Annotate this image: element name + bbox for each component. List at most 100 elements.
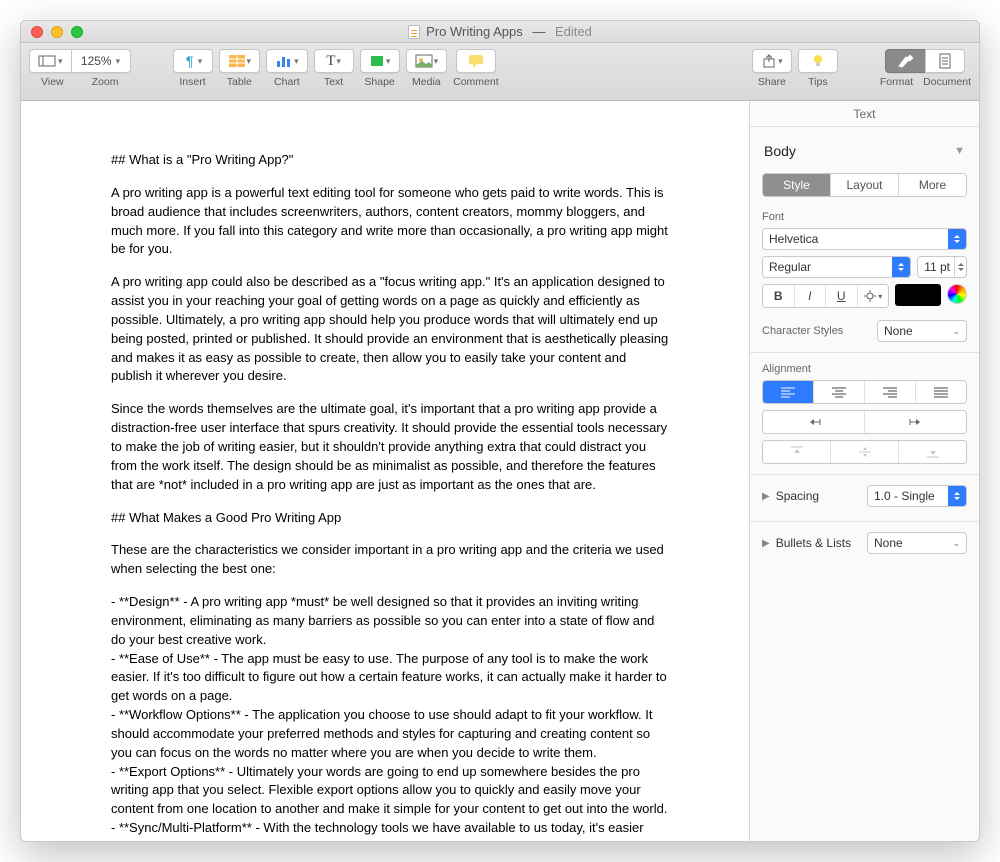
table-label: Table: [227, 76, 252, 88]
spacing-select[interactable]: 1.0 - Single: [867, 485, 967, 507]
doc-paragraph: - **Ease of Use** - The app must be easy…: [111, 650, 669, 707]
font-weight-value: Regular: [769, 260, 811, 274]
window-edited-status: Edited: [555, 24, 592, 39]
italic-button[interactable]: I: [794, 285, 826, 307]
main-toolbar: ▾ 125% ▾ View Zoom ¶ ▾ Insert: [21, 43, 979, 101]
tips-label: Tips: [808, 76, 827, 88]
doc-paragraph: These are the characteristics we conside…: [111, 541, 669, 579]
document-icon: [408, 25, 420, 39]
chevron-down-icon: ⌄: [952, 538, 960, 549]
insert-label: Insert: [179, 76, 205, 88]
document-label: Document: [923, 76, 971, 88]
outdent-button[interactable]: [763, 411, 864, 433]
bullets-select[interactable]: None ⌄: [867, 532, 967, 554]
color-picker-button[interactable]: [947, 284, 967, 304]
doc-paragraph: - **Export Options** - Ultimately your w…: [111, 763, 669, 820]
close-window-button[interactable]: [31, 26, 43, 38]
indent-group: [762, 410, 967, 434]
character-styles-value: None: [884, 324, 913, 338]
shape-button[interactable]: ▾: [360, 49, 400, 73]
dropdown-icon: [948, 486, 966, 506]
font-size-stepper[interactable]: 11 pt: [917, 256, 967, 278]
text-alignment-group: [762, 380, 967, 404]
doc-paragraph: Since the words themselves are the ultim…: [111, 400, 669, 494]
gear-icon: [863, 289, 877, 303]
doc-paragraph: - **Design** - A pro writing app *must* …: [111, 593, 669, 650]
document-button[interactable]: [925, 49, 965, 73]
doc-paragraph: - **Workflow Options** - The application…: [111, 706, 669, 763]
media-label: Media: [412, 76, 441, 88]
titlebar: Pro Writing Apps — Edited: [21, 21, 979, 43]
media-button[interactable]: ▾: [406, 49, 448, 73]
comment-button[interactable]: [456, 49, 496, 73]
share-label: Share: [758, 76, 786, 88]
tab-style[interactable]: Style: [763, 174, 830, 196]
disclosure-triangle-icon[interactable]: ▶: [762, 491, 770, 502]
alignment-label: Alignment: [762, 363, 967, 375]
table-button[interactable]: ▾: [219, 49, 261, 73]
comment-label: Comment: [453, 76, 499, 88]
inspector-tabs: Style Layout More: [762, 173, 967, 197]
document-body[interactable]: ## What is a "Pro Writing App?" A pro wr…: [21, 101, 749, 841]
minimize-window-button[interactable]: [51, 26, 63, 38]
format-label: Format: [880, 76, 913, 88]
font-family-select[interactable]: Helvetica: [762, 228, 967, 250]
svg-text:¶: ¶: [186, 53, 194, 69]
tips-button[interactable]: [798, 49, 838, 73]
align-left-button[interactable]: [763, 381, 813, 403]
tab-more[interactable]: More: [898, 174, 966, 196]
font-weight-select[interactable]: Regular: [762, 256, 911, 278]
font-family-value: Helvetica: [769, 232, 818, 246]
align-center-button[interactable]: [813, 381, 864, 403]
inspector-header: Text: [750, 101, 979, 127]
view-label: View: [41, 76, 64, 88]
disclosure-triangle-icon[interactable]: ▶: [762, 538, 770, 549]
text-color-button[interactable]: [895, 284, 941, 306]
paragraph-style-name: Body: [764, 143, 796, 159]
character-styles-select[interactable]: None ⌄: [877, 320, 967, 342]
share-button[interactable]: ▾: [752, 49, 792, 73]
text-button[interactable]: T ▾: [314, 49, 354, 73]
zoom-label: Zoom: [92, 76, 119, 88]
align-right-button[interactable]: [864, 381, 915, 403]
text-options-button[interactable]: ▾: [857, 285, 889, 307]
tab-layout[interactable]: Layout: [830, 174, 898, 196]
window-title: Pro Writing Apps: [426, 24, 523, 39]
shape-label: Shape: [364, 76, 394, 88]
format-inspector: Text Body ▼ Style Layout More Font Helve…: [749, 101, 979, 841]
bold-button[interactable]: B: [763, 285, 794, 307]
spacing-label: Spacing: [776, 489, 819, 503]
chevron-down-icon: ▼: [954, 145, 965, 157]
doc-paragraph: - **Sync/Multi-Platform** - With the tec…: [111, 819, 669, 841]
underline-button[interactable]: U: [825, 285, 857, 307]
dropdown-icon: [892, 257, 910, 277]
paragraph-style-select[interactable]: Body ▼: [762, 137, 967, 173]
app-window: Pro Writing Apps — Edited ▾ 125% ▾ View …: [20, 20, 980, 842]
indent-button[interactable]: [864, 411, 966, 433]
character-styles-label: Character Styles: [762, 325, 843, 337]
dropdown-icon: [948, 229, 966, 249]
doc-paragraph: ## What Makes a Good Pro Writing App: [111, 509, 669, 528]
zoom-value: 125%: [81, 54, 112, 68]
fullscreen-window-button[interactable]: [71, 26, 83, 38]
doc-paragraph: A pro writing app could also be describe…: [111, 273, 669, 386]
insert-button[interactable]: ¶ ▾: [173, 49, 213, 73]
stepper-arrows-icon: [954, 257, 966, 277]
format-button[interactable]: [885, 49, 925, 73]
valign-top-button[interactable]: [763, 441, 830, 463]
view-button[interactable]: ▾: [29, 49, 71, 73]
vertical-alignment-group: [762, 440, 967, 464]
font-size-value: 11 pt: [918, 260, 954, 274]
bullets-label: Bullets & Lists: [776, 536, 851, 550]
doc-paragraph: A pro writing app is a powerful text edi…: [111, 184, 669, 259]
chart-label: Chart: [274, 76, 300, 88]
spacing-value: 1.0 - Single: [874, 489, 935, 503]
chart-button[interactable]: ▾: [266, 49, 308, 73]
zoom-select[interactable]: 125% ▾: [71, 49, 131, 73]
valign-middle-button[interactable]: [830, 441, 898, 463]
valign-bottom-button[interactable]: [898, 441, 966, 463]
align-justify-button[interactable]: [915, 381, 966, 403]
doc-paragraph: ## What is a "Pro Writing App?": [111, 151, 669, 170]
text-label: Text: [324, 76, 343, 88]
font-label: Font: [762, 211, 967, 223]
